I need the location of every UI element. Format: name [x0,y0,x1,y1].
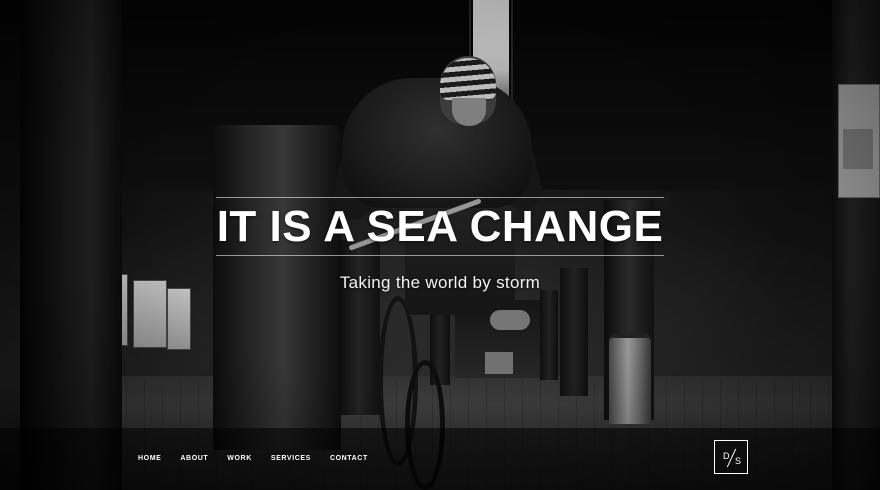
nav-item-about[interactable]: ABOUT [180,454,208,463]
headline-rule-bottom [216,255,664,256]
main-nav: HOME ABOUT WORK SERVICES CONTACT [138,454,387,463]
bottom-navbar [0,428,880,490]
headline-rule-top [216,197,664,198]
nav-item-services[interactable]: SERVICES [271,454,311,463]
hero-headline: IT IS A SEA CHANGE [216,202,664,251]
nav-item-contact[interactable]: CONTACT [330,454,368,463]
nav-item-home[interactable]: HOME [138,454,161,463]
nav-item-work[interactable]: WORK [227,454,252,463]
site-logo[interactable]: D S [714,440,748,474]
logo-letter-right: S [735,456,742,466]
hero-subtitle: Taking the world by storm [339,273,541,292]
logo-letter-left: D [723,451,730,461]
